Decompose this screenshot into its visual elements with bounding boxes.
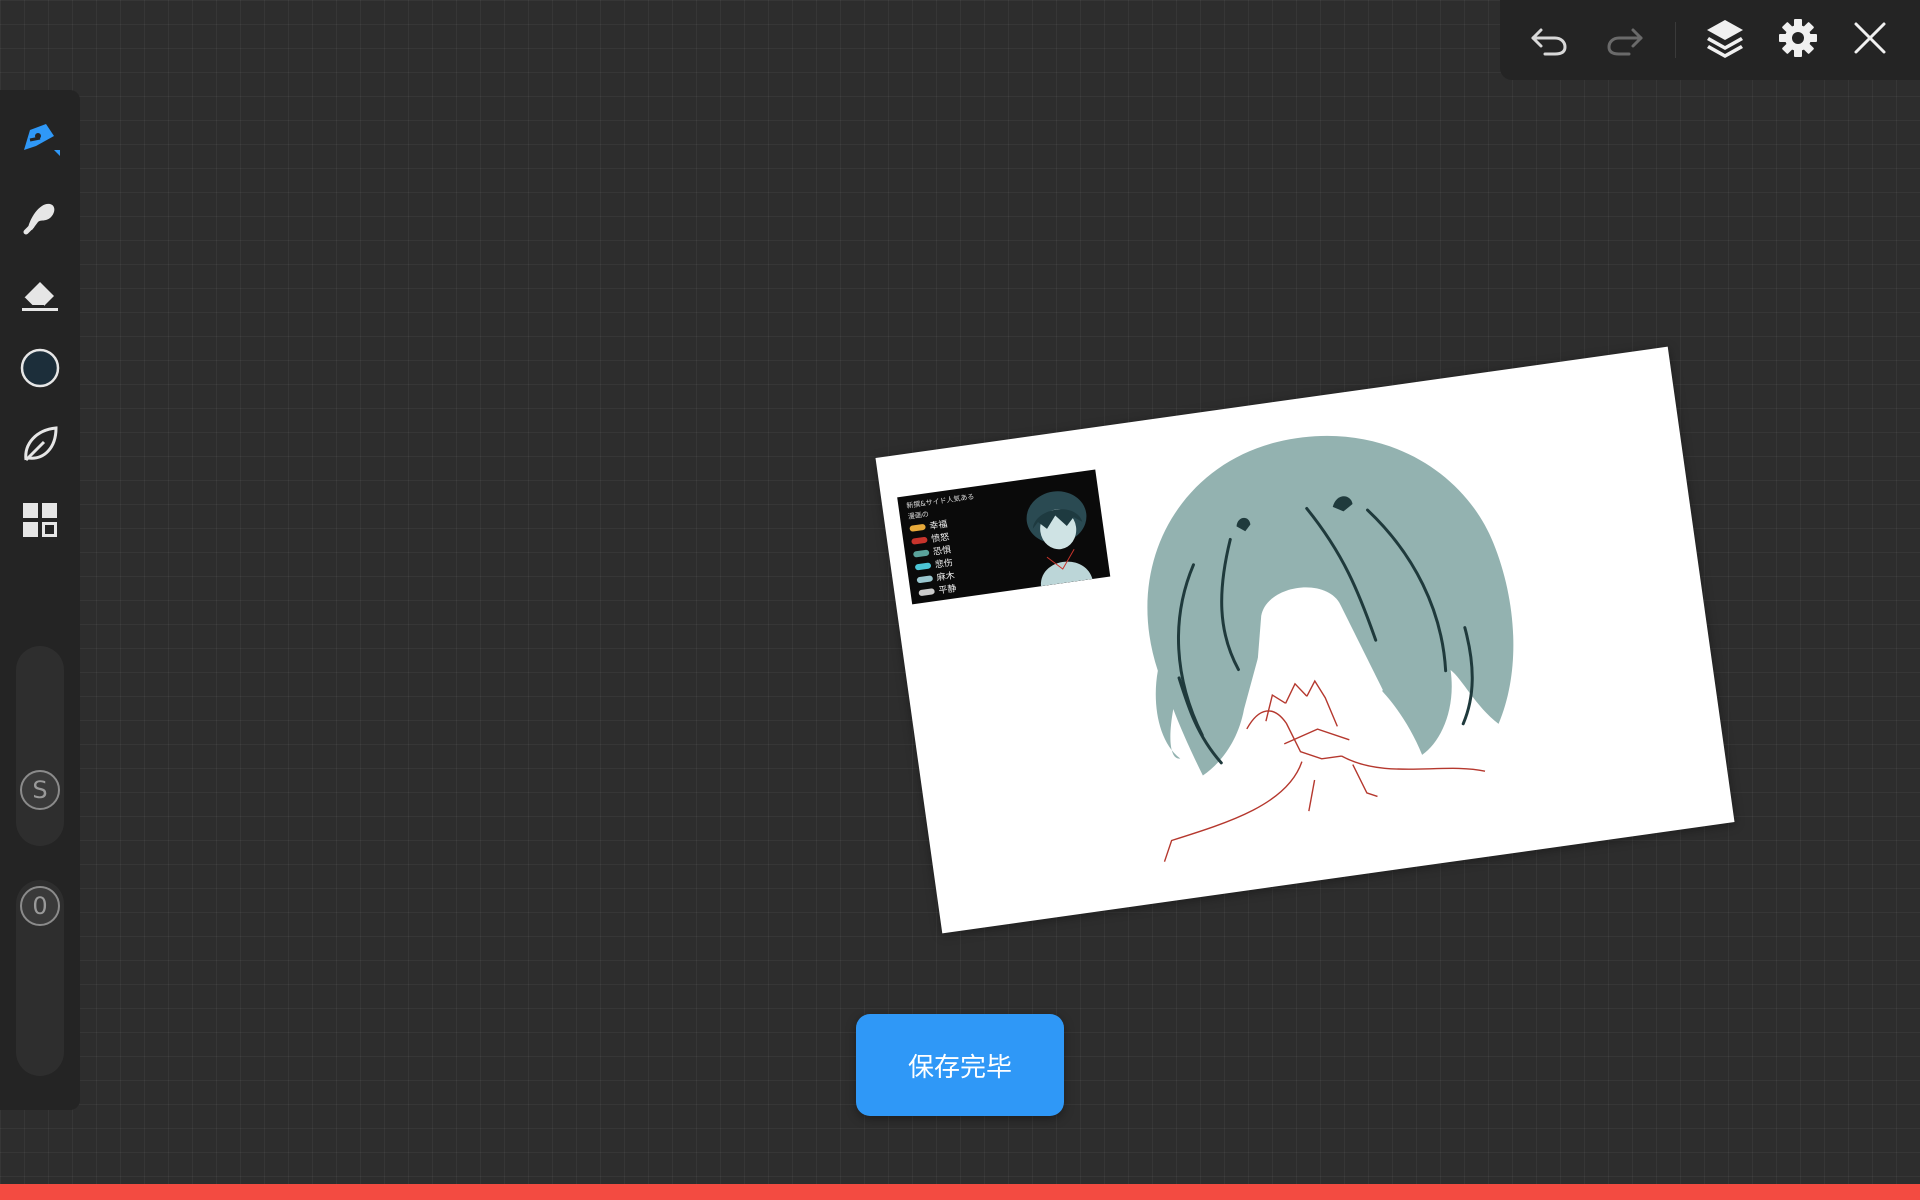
close-button[interactable]: [1840, 10, 1900, 70]
drawing-canvas[interactable]: 新撰&サイド人気ある 漫画の 幸福 愤怒 恐惧 悲伤 麻木 平静: [875, 346, 1735, 934]
pen-nib-icon: [16, 116, 64, 164]
layers-button[interactable]: [1695, 10, 1755, 70]
redo-button[interactable]: [1595, 10, 1655, 70]
redo-icon: [1603, 16, 1647, 64]
opacity-slider-knob[interactable]: 0: [20, 886, 60, 926]
leaf-tool-button[interactable]: [10, 414, 70, 474]
eraser-tool-button[interactable]: [10, 262, 70, 322]
brush-tool-button[interactable]: [10, 186, 70, 246]
toolbar-divider: [1675, 22, 1676, 58]
size-slider[interactable]: S: [16, 646, 64, 846]
top-toolbar: [1500, 0, 1920, 80]
settings-button[interactable]: [1768, 10, 1828, 70]
artwork-drawing: [1147, 435, 1514, 862]
color-circle-icon: [18, 346, 62, 390]
pen-tool-button[interactable]: [10, 110, 70, 170]
left-toolbar: S 0: [0, 90, 80, 1110]
layers-icon: [1703, 16, 1747, 64]
opacity-slider[interactable]: 0: [16, 880, 64, 1076]
save-complete-button[interactable]: 保存完毕: [856, 1014, 1064, 1116]
color-picker-button[interactable]: [10, 338, 70, 398]
bottom-accent-bar: [0, 1184, 1920, 1200]
leaf-icon: [18, 422, 62, 466]
grid-icon: [18, 498, 62, 542]
close-icon: [1848, 16, 1892, 64]
size-slider-knob[interactable]: S: [20, 770, 60, 810]
undo-icon: [1527, 16, 1571, 64]
brush-icon: [18, 194, 62, 238]
gallery-grid-button[interactable]: [10, 490, 70, 550]
eraser-icon: [18, 270, 62, 314]
undo-button[interactable]: [1519, 10, 1579, 70]
settings-icon: [1776, 16, 1820, 64]
